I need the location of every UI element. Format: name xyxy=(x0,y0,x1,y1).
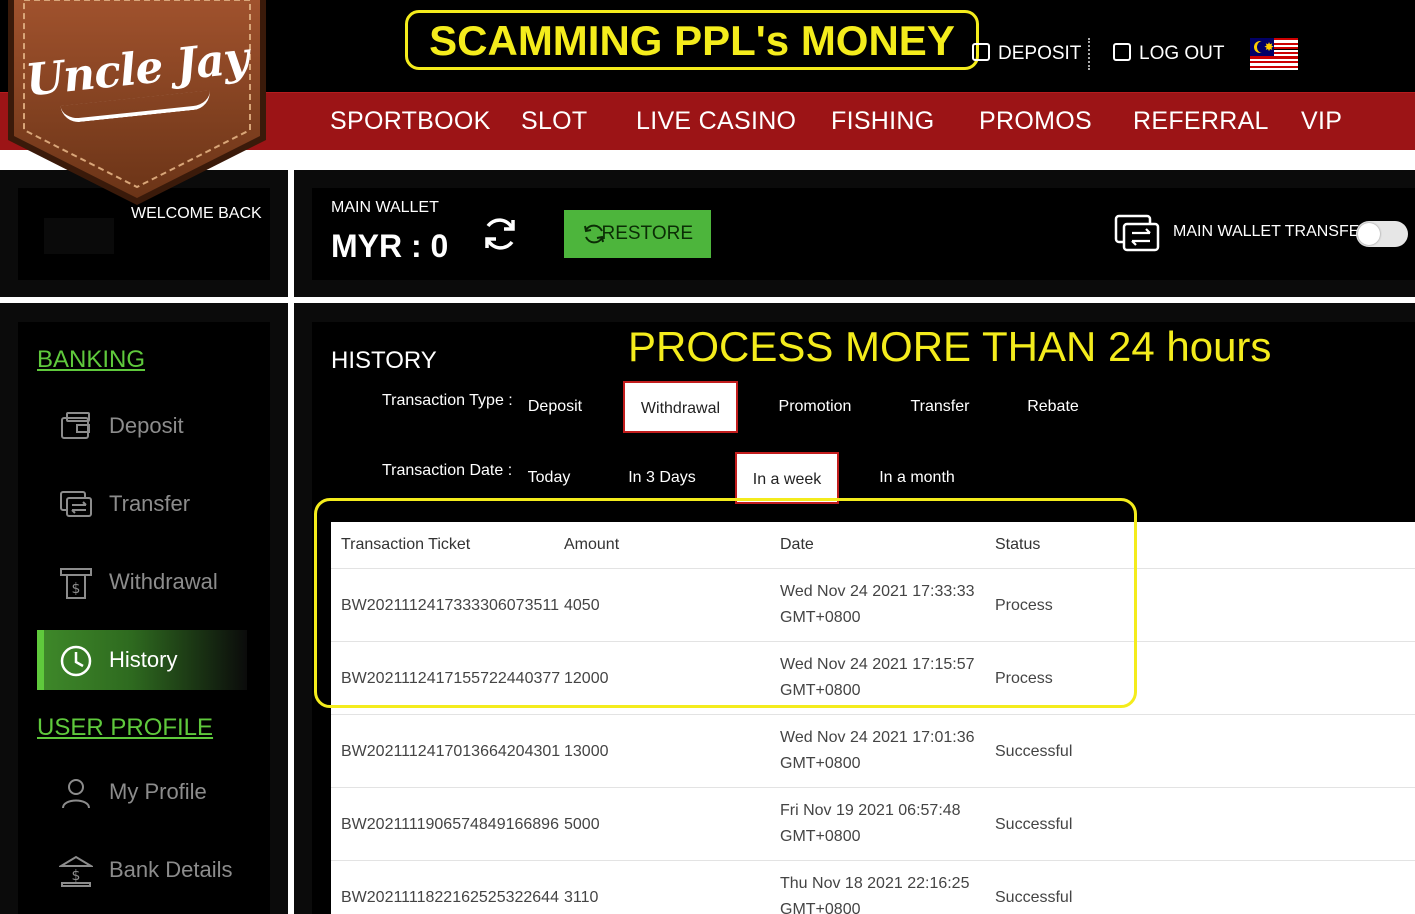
sidebar-item-label: Bank Details xyxy=(109,857,233,882)
site-logo[interactable]: Uncle Jay xyxy=(6,0,268,205)
wallet-deposit-icon xyxy=(61,412,90,439)
wallet-panel: MAIN WALLET MYR : 0 RESTORE MAIN WALLET … xyxy=(312,188,1415,280)
filter-type-transfer[interactable]: Transfer xyxy=(902,381,978,433)
logout-link-label: LOG OUT xyxy=(1139,43,1225,64)
transaction-date-label: Transaction Date : xyxy=(382,462,513,479)
date-cell: Wed Nov 24 2021 17:01:36 GMT+0800 xyxy=(780,725,980,777)
filter-date-week[interactable]: In a week xyxy=(735,452,839,504)
svg-text:$: $ xyxy=(72,868,81,884)
avatar xyxy=(44,218,114,254)
ticket-cell: BW2021111906574849166896 xyxy=(341,816,559,833)
main-wallet-label: MAIN WALLET xyxy=(331,199,439,216)
deposit-icon xyxy=(972,43,990,61)
user-profile-heading[interactable]: USER PROFILE xyxy=(37,714,213,742)
date-line: Fri Nov 19 2021 06:57:48 xyxy=(780,802,961,819)
malaysia-flag-icon[interactable]: ✸ xyxy=(1250,38,1298,70)
table-row: BW2021112417013664204301 13000 Wed Nov 2… xyxy=(331,714,1415,787)
filter-type-deposit[interactable]: Deposit xyxy=(512,381,598,433)
date-cell: Thu Nov 18 2021 22:16:25 GMT+0800 xyxy=(780,871,980,914)
user-icon xyxy=(62,779,90,809)
annotation-process-time: PROCESS MORE THAN 24 hours xyxy=(628,323,1272,370)
transaction-type-label: Transaction Type : xyxy=(382,392,513,409)
sidebar-item-deposit[interactable]: Deposit xyxy=(37,396,247,456)
filter-date-today[interactable]: Today xyxy=(517,452,581,504)
main-wallet-transfer-toggle[interactable] xyxy=(1356,221,1408,247)
main-wallet-transfer-label: MAIN WALLET TRANSFER xyxy=(1173,223,1371,240)
sidebar-item-transfer[interactable]: Transfer xyxy=(37,474,247,534)
amount-cell: 3110 xyxy=(564,889,599,906)
annotation-scam: SCAMMING PPL's MONEY xyxy=(405,10,979,70)
nav-referral[interactable]: REFERRAL xyxy=(1133,93,1269,151)
filter-date-3-days[interactable]: In 3 Days xyxy=(620,452,704,504)
sidebar-item-label: Withdrawal xyxy=(109,569,218,594)
date-line: Thu Nov 18 2021 22:16:25 xyxy=(780,875,970,892)
amount-cell: 5000 xyxy=(564,816,600,833)
svg-text:$: $ xyxy=(72,581,81,597)
banking-heading[interactable]: BANKING xyxy=(37,346,145,374)
filter-type-rebate[interactable]: Rebate xyxy=(1018,381,1088,433)
ticket-cell: BW2021112417013664204301 xyxy=(341,743,561,760)
ticket-cell: BW2021111822162525322644 xyxy=(341,889,559,906)
status-cell: Successful xyxy=(995,889,1073,906)
timezone-line: GMT+0800 xyxy=(780,828,861,845)
logout-icon xyxy=(1113,43,1131,61)
amount-cell: 13000 xyxy=(564,743,609,760)
page-title: HISTORY xyxy=(331,347,437,374)
date-cell: Fri Nov 19 2021 06:57:48 GMT+0800 xyxy=(780,798,980,850)
deposit-link[interactable]: DEPOSIT xyxy=(972,40,1081,68)
toggle-knob xyxy=(1358,223,1380,245)
timezone-line: GMT+0800 xyxy=(780,901,861,914)
annotation-highlight-box xyxy=(314,498,1137,708)
logout-link[interactable]: LOG OUT xyxy=(1113,40,1225,68)
status-cell: Successful xyxy=(995,743,1073,760)
filter-type-withdrawal[interactable]: Withdrawal xyxy=(623,381,738,433)
transfer-icon xyxy=(60,491,92,517)
sidebar-item-label: My Profile xyxy=(109,779,207,804)
clock-icon xyxy=(60,645,92,677)
restore-label: RESTORE xyxy=(601,223,693,244)
nav-promos[interactable]: PROMOS xyxy=(979,93,1092,151)
nav-slot[interactable]: SLOT xyxy=(521,93,588,151)
table-row: BW2021111822162525322644 3110 Thu Nov 18… xyxy=(331,860,1415,914)
timezone-line: GMT+0800 xyxy=(780,755,861,772)
status-cell: Successful xyxy=(995,816,1073,833)
nav-vip[interactable]: VIP xyxy=(1301,93,1342,151)
restore-button[interactable]: RESTORE xyxy=(564,210,711,258)
sidebar-item-bank-details[interactable]: $ Bank Details xyxy=(37,840,247,900)
sidebar: BANKING Deposit Transfer $ Withdrawal Hi… xyxy=(18,322,270,914)
welcome-text: WELCOME BACK xyxy=(131,205,262,222)
date-line: Wed Nov 24 2021 17:01:36 xyxy=(780,729,975,746)
bank-icon: $ xyxy=(59,855,93,887)
sidebar-item-label: History xyxy=(109,647,178,672)
table-row: BW2021111906574849166896 5000 Fri Nov 19… xyxy=(331,787,1415,860)
filter-type-promotion[interactable]: Promotion xyxy=(768,381,862,433)
refresh-icon[interactable] xyxy=(480,214,520,254)
nav-live-casino[interactable]: LIVE CASINO xyxy=(636,93,796,151)
wallet-balance: MYR : 0 xyxy=(331,228,449,264)
sidebar-item-label: Deposit xyxy=(109,413,184,438)
sidebar-item-withdrawal[interactable]: $ Withdrawal xyxy=(37,552,247,612)
sidebar-item-label: Transfer xyxy=(109,491,191,516)
nav-sportbook[interactable]: SPORTBOOK xyxy=(330,93,491,151)
sidebar-item-history[interactable]: History xyxy=(37,630,247,690)
filter-date-month[interactable]: In a month xyxy=(872,452,962,504)
nav-fishing[interactable]: FISHING xyxy=(831,93,935,151)
deposit-link-label: DEPOSIT xyxy=(998,43,1082,64)
withdrawal-icon: $ xyxy=(60,568,92,599)
restore-icon xyxy=(584,224,604,244)
wallet-transfer-icon xyxy=(1114,214,1160,252)
sidebar-item-my-profile[interactable]: My Profile xyxy=(37,762,247,822)
top-divider xyxy=(1088,38,1090,70)
